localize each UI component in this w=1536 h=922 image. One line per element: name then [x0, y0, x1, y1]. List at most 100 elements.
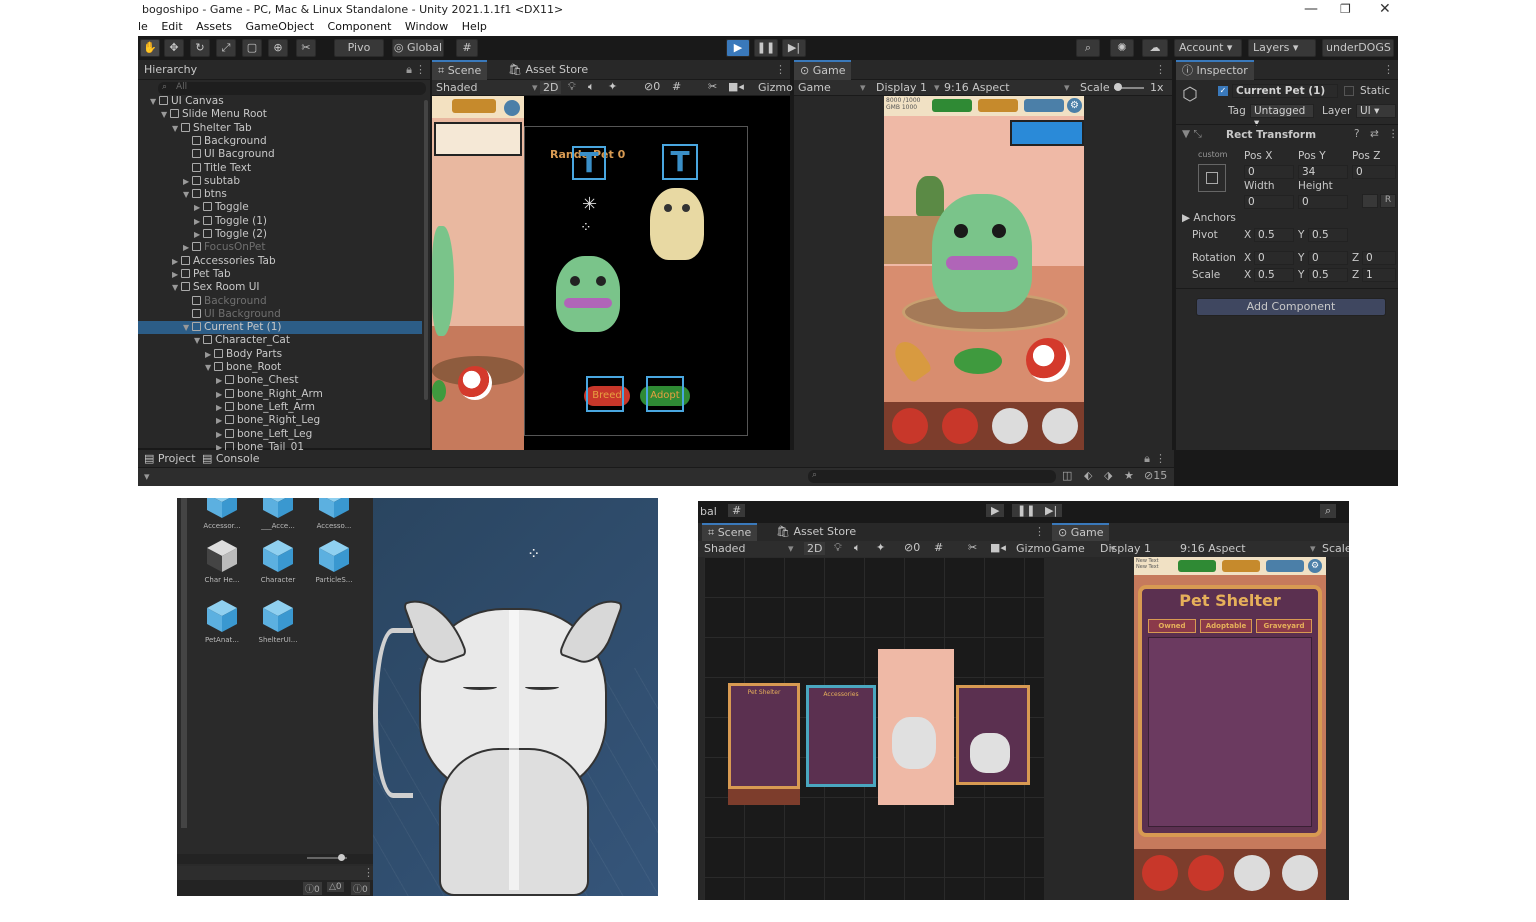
hierarchy-item[interactable]: ▶ Accessories Tab — [138, 255, 422, 268]
visibility-icon[interactable]: ⊘0 — [644, 80, 660, 93]
static-checkbox[interactable] — [1344, 86, 1354, 96]
search-icon[interactable]: ⌕ — [1076, 39, 1100, 57]
hierarchy-item[interactable]: ▼ Slide Menu Root — [138, 108, 422, 121]
scale-x-field[interactable]: 0.5 — [1254, 268, 1294, 282]
aspect-dropdown[interactable]: 9:16 Aspect — [1180, 542, 1246, 555]
hierarchy-item[interactable]: ▶ bone_Right_Arm — [138, 388, 422, 401]
game-view[interactable]: 8000 /1000 GMB 1000 ⚙ — [794, 96, 1172, 450]
anchors-foldout[interactable]: ▶ Anchors — [1182, 212, 1236, 224]
pivot-y-field[interactable]: 0.5 — [1308, 228, 1348, 242]
foldout-arrow-icon[interactable]: ▼ — [150, 95, 159, 108]
grid-icon[interactable]: # — [934, 541, 943, 554]
blueprint-mode-button[interactable] — [1362, 194, 1378, 208]
step-button[interactable]: ▶| — [782, 39, 806, 57]
layer-dropdown[interactable]: UI ▾ — [1356, 104, 1396, 118]
2d-toggle[interactable]: 2D — [804, 542, 826, 555]
prefab-cube-icon[interactable] — [261, 498, 295, 520]
project-scrollbar[interactable] — [181, 498, 187, 828]
pause-button[interactable]: ❚❚ — [1012, 504, 1041, 517]
custom-tool-icon[interactable]: ✂ — [296, 39, 316, 57]
menu-file[interactable]: le — [138, 20, 148, 33]
raw-edit-button[interactable]: R — [1380, 194, 1396, 208]
hierarchy-item[interactable]: UI Background — [138, 308, 422, 321]
grid-snap-icon[interactable]: # — [728, 504, 746, 517]
preset-icon[interactable]: ⇄ — [1370, 128, 1379, 140]
pos-y-field[interactable]: 34 — [1298, 165, 1348, 179]
maximize-button[interactable]: ❐ — [1340, 2, 1351, 16]
component-menu-icon[interactable]: ⋮ — [1388, 128, 1398, 140]
rotate-tool-icon[interactable]: ↻ — [190, 39, 210, 57]
tab-scene[interactable]: ⌗ Scene — [432, 60, 488, 80]
hierarchy-item[interactable]: Background — [138, 295, 422, 308]
prefab-cube-icon[interactable] — [317, 538, 351, 574]
hierarchy-item[interactable]: ▼ Sex Room UI — [138, 281, 422, 294]
hierarchy-item[interactable]: ▼ Character_Cat — [138, 334, 422, 347]
width-field[interactable]: 0 — [1244, 195, 1294, 209]
foldout-arrow-icon[interactable]: ▶ — [194, 215, 203, 228]
hierarchy-scrollbar[interactable] — [424, 100, 428, 400]
tab-scene[interactable]: ⌗ Scene — [702, 523, 758, 541]
gizmos-dropdown[interactable]: Gizmo — [758, 81, 793, 94]
effects-icon[interactable]: ✦ — [876, 541, 885, 554]
foldout-arrow-icon[interactable]: ▼ — [183, 188, 192, 201]
add-component-button[interactable]: Add Component — [1196, 298, 1386, 316]
dice-nav-icon[interactable] — [1042, 408, 1078, 444]
foldout-arrow-icon[interactable]: ▶ — [216, 374, 225, 387]
prefab-cube-icon[interactable] — [317, 498, 351, 520]
pet-nav-icon[interactable] — [992, 408, 1028, 444]
hierarchy-search[interactable]: ⌕ All — [158, 82, 426, 95]
hierarchy-item[interactable]: ▶ bone_Right_Leg — [138, 414, 422, 427]
lock-icon[interactable]: 🔒︎ — [406, 63, 412, 77]
house-nav-icon[interactable] — [892, 408, 928, 444]
pet-nav-icon[interactable] — [1234, 855, 1270, 891]
hierarchy-item[interactable]: ▶ Toggle — [138, 201, 422, 214]
rect-tool-icon[interactable]: ▢ — [242, 39, 262, 57]
tag-dropdown[interactable]: Untagged ▾ — [1250, 104, 1314, 129]
audio-icon[interactable]: 🔈︎ — [854, 541, 861, 555]
rotation-y-field[interactable]: 0 — [1308, 251, 1348, 265]
menu-kebab-icon[interactable]: ⋮ — [775, 63, 786, 76]
house-nav-icon[interactable] — [1142, 855, 1178, 891]
move-tool-icon[interactable]: ✥ — [164, 39, 184, 57]
pos-z-field[interactable]: 0 — [1352, 165, 1396, 179]
prefab-cube-icon[interactable] — [205, 498, 239, 520]
pet-list-area[interactable] — [1148, 637, 1312, 827]
game-mode-dropdown[interactable]: Game — [798, 81, 831, 94]
2d-toggle[interactable]: 2D — [540, 81, 562, 94]
foldout-arrow-icon[interactable]: ▶ — [216, 414, 225, 427]
step-button[interactable]: ▶| — [1040, 504, 1063, 517]
foldout-arrow-icon[interactable]: ▼ — [194, 334, 203, 347]
tab-asset-store[interactable]: 🛍︎ Asset Store — [502, 60, 594, 80]
hierarchy-item[interactable]: ▶ Toggle (2) — [138, 228, 422, 241]
tab-adoptable[interactable]: Adoptable — [1200, 619, 1252, 633]
console-info-count[interactable]: ⓘ0 — [351, 882, 370, 895]
game-mode-dropdown[interactable]: Game — [1052, 542, 1085, 555]
cloud-icon[interactable]: ☁ — [1142, 39, 1168, 57]
menu-kebab-icon[interactable]: ⋮ — [1155, 63, 1166, 76]
help-icon[interactable]: ? — [1354, 128, 1360, 140]
menu-help[interactable]: Help — [462, 20, 487, 33]
hidden-packages-icon[interactable]: ⊘15 — [1144, 469, 1167, 482]
foldout-arrow-icon[interactable]: ▼ — [183, 321, 192, 334]
grid-snap-icon[interactable]: # — [456, 39, 478, 57]
tab-graveyard[interactable]: Graveyard — [1256, 619, 1312, 633]
pet-bunny[interactable] — [932, 194, 1032, 312]
tools-icon[interactable]: ✂ — [708, 80, 717, 93]
shot3-scene-view[interactable]: Pet Shelter Accessories — [704, 557, 1044, 900]
effects-icon[interactable]: ✦ — [608, 80, 617, 93]
hierarchy-item[interactable]: ▶ Pet Tab — [138, 268, 422, 281]
minimize-button[interactable]: — — [1304, 1, 1318, 17]
filter-label-icon[interactable]: ⬖ — [1084, 469, 1092, 482]
hierarchy-item[interactable]: UI Bacground — [138, 148, 422, 161]
settings-icon[interactable]: ⚙ — [1067, 98, 1082, 113]
scale-z-field[interactable]: 1 — [1362, 268, 1396, 282]
menu-kebab-icon[interactable]: ⋮ — [1383, 63, 1394, 76]
foldout-arrow-icon[interactable]: ▶ — [172, 255, 181, 268]
scene-view[interactable]: Rando Pet 0 T T ✳ ⁘ Breed Adopt — [432, 96, 790, 450]
foldout-arrow-icon[interactable]: ▼ — [161, 108, 170, 121]
hierarchy-item[interactable]: ▶ bone_Chest — [138, 374, 422, 387]
transform-tool-icon[interactable]: ⊕ — [268, 39, 288, 57]
menu-kebab-icon[interactable]: ⋮ — [415, 63, 426, 76]
shot3-game-view[interactable]: New Text New Text ⚙ Pet Shelter Owned Ado… — [1048, 557, 1349, 900]
layout-dropdown[interactable]: underDOGS ▾ — [1322, 39, 1394, 70]
